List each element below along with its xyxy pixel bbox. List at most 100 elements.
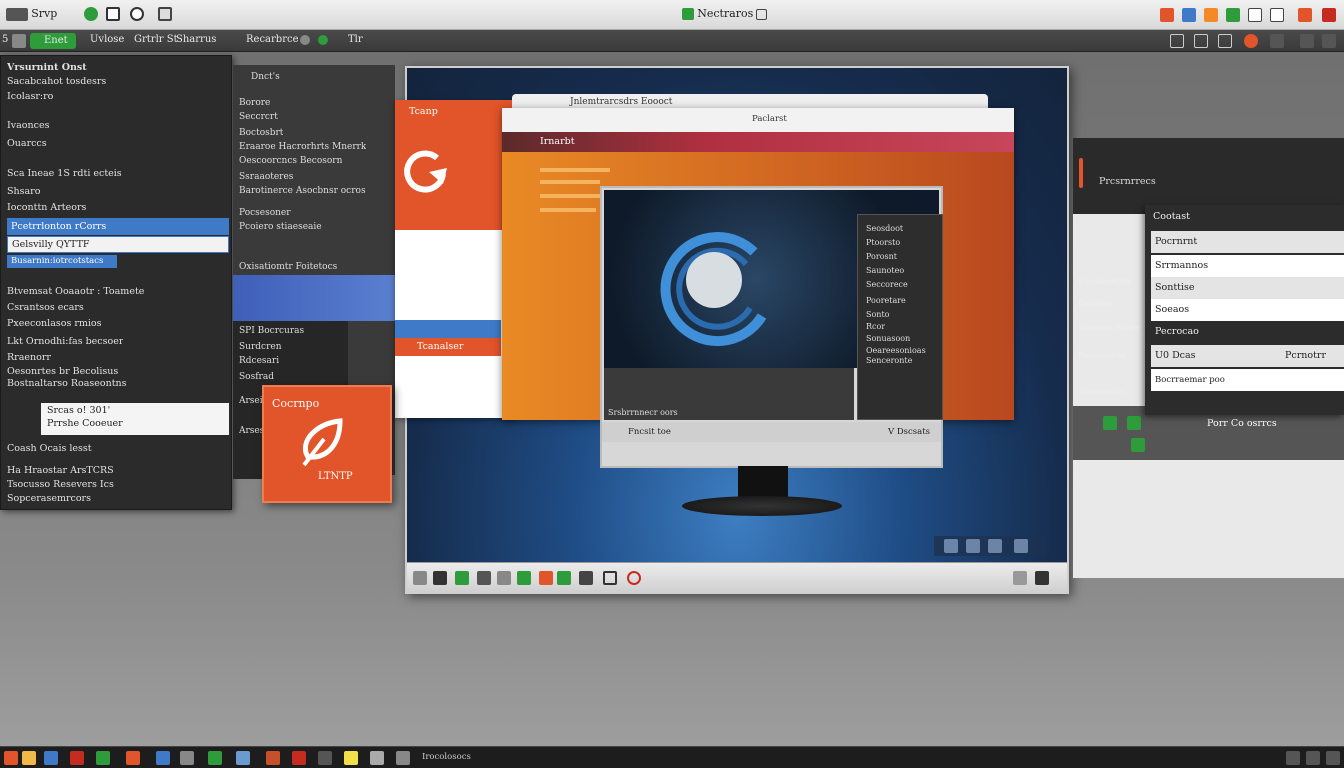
toolbar-item-3[interactable]: Uvlose — [90, 34, 124, 45]
toolbar-grid-icon[interactable] — [1194, 34, 1208, 48]
dialog-row[interactable]: Pecrocao — [1151, 321, 1344, 343]
toolbar-status-icon[interactable] — [318, 35, 328, 45]
sidebar-item[interactable]: Coash Ocais lesst — [7, 441, 92, 456]
sidebar-item[interactable]: Shsaro — [7, 184, 40, 199]
toolbar-user-icon[interactable] — [1244, 34, 1258, 48]
tray-app-icon[interactable] — [1204, 8, 1218, 22]
dock-files-icon[interactable] — [413, 571, 427, 585]
sidebar-item[interactable]: Btvemsat Ooaaotr : Toamete — [7, 284, 144, 299]
toolbar-more-icon[interactable] — [1322, 34, 1336, 48]
taskbar-tray-icon[interactable] — [1286, 751, 1300, 765]
taskbar-pdf-icon[interactable] — [70, 751, 84, 765]
toolbar-pin-icon[interactable] — [1300, 34, 1314, 48]
toolbar-page-icon[interactable] — [12, 34, 26, 48]
monitor-footer-left[interactable]: Fncsit toe — [628, 427, 671, 437]
list-item[interactable]: Ssraaoteres — [239, 171, 293, 184]
taskbar-notes-icon[interactable] — [156, 751, 170, 765]
sidebar-item[interactable]: Ha Hraostar ArsTCRS — [7, 463, 114, 478]
toolbar-item-4[interactable]: Grtrlr St — [134, 34, 178, 45]
browser-url[interactable]: Paclarst — [752, 114, 787, 124]
taskbar-word-icon[interactable] — [44, 751, 58, 765]
taskbar-sheet-icon[interactable] — [96, 751, 110, 765]
list-item[interactable]: Sosfrad — [239, 371, 274, 384]
list-item[interactable]: Barotinerce Asocbnsr ocros — [239, 185, 366, 198]
tray-blue-icon[interactable] — [1182, 8, 1196, 22]
toolbar-dot-icon[interactable] — [300, 35, 310, 45]
list-item[interactable]: Eraaroe Hacrorhrts Mnerrk — [239, 141, 366, 154]
sidebar-item-selected[interactable]: Pcetrrlonton rCorrs — [7, 218, 229, 235]
taskbar-calc-icon[interactable] — [180, 751, 194, 765]
menu-item[interactable]: Rcor — [866, 321, 885, 333]
right-toolbar-icon[interactable] — [1103, 416, 1117, 430]
list-item[interactable]: Boctosbrt — [239, 127, 283, 140]
sidebar-item[interactable]: Icolasr:ro — [7, 89, 53, 104]
sidebar-item[interactable]: Rraenorr — [7, 350, 51, 365]
taskbar-grid-icon[interactable] — [318, 751, 332, 765]
toolbar-green-button[interactable]: Enet — [30, 33, 76, 49]
settings-icon[interactable] — [756, 8, 768, 20]
dock-settings-icon[interactable] — [497, 571, 511, 585]
taskbar-window-icon[interactable] — [396, 751, 410, 765]
orange-app-row-selected[interactable]: Tcanalser — [395, 338, 501, 356]
list-item[interactable]: Surdcren — [239, 341, 282, 354]
taskbar-folder-icon[interactable] — [22, 751, 36, 765]
menu-item[interactable]: Sonuasoon — [866, 333, 910, 345]
list-item[interactable]: Pcoiero stiaeseaie — [239, 221, 322, 234]
taskbar-media-icon[interactable] — [266, 751, 280, 765]
taskbar-start-icon[interactable] — [4, 751, 18, 765]
dialog-row[interactable]: Srrmannos — [1151, 255, 1344, 277]
toolbar-list-icon[interactable] — [1218, 34, 1232, 48]
menu-item[interactable]: Seosdoot — [866, 223, 903, 235]
menu-item[interactable]: Pooretare — [866, 295, 906, 307]
menu-item[interactable]: Ptoorsto — [866, 237, 900, 249]
tray-orange-icon[interactable] — [1160, 8, 1174, 22]
tray-alert-icon[interactable] — [1298, 8, 1312, 22]
dialog-row[interactable]: Bocrraemar poo — [1151, 369, 1344, 391]
dock-monitor-icon[interactable] — [477, 571, 491, 585]
sidebar-item[interactable]: Sacabcahot tosdesrs — [7, 74, 106, 89]
list-item[interactable]: Oescoorcncs Becosorn — [239, 155, 342, 168]
tray-icon[interactable] — [988, 539, 1002, 553]
sidebar-sub-selected[interactable]: Busarnin:iotrcotstacs — [7, 255, 117, 268]
app-menu-button[interactable]: Srvp — [6, 7, 57, 21]
dock-tray-icon[interactable] — [1035, 571, 1049, 585]
taskbar-note-icon[interactable] — [344, 751, 358, 765]
globe-icon[interactable] — [130, 7, 144, 21]
taskbar-draw-icon[interactable] — [208, 751, 222, 765]
list-item[interactable]: Rdcesari — [239, 355, 279, 368]
list-item[interactable]: Oxisatiomtr Foitetocs — [239, 261, 337, 274]
sidebar-item[interactable]: Sca Ineae 1S rdti ecteis — [7, 166, 122, 181]
close-icon[interactable] — [1322, 8, 1336, 22]
menu-item[interactable]: Senceronte — [866, 355, 912, 367]
toolbar-item-1[interactable]: 5 — [2, 34, 8, 45]
list-item[interactable]: Pocsesoner — [239, 207, 291, 220]
tray-grid-icon[interactable] — [1248, 8, 1262, 22]
dock-app-icon[interactable] — [579, 571, 593, 585]
sidebar-rename-field[interactable]: Gelsvilly QYTTF — [7, 236, 229, 253]
tray-icon[interactable] — [1014, 539, 1028, 553]
sidebar-item[interactable]: Ouarccs — [7, 136, 47, 151]
dialog-row[interactable]: Pocrnrnt — [1151, 231, 1344, 253]
sidebar-item[interactable]: Bostnaltarso Roaseontns — [7, 376, 127, 391]
sidebar-card[interactable]: Srcas o! 301' Prrshe Cooeuer — [41, 403, 229, 435]
sidebar-item[interactable]: Tsocusso Resevers Ics — [7, 477, 114, 492]
toolbar-tools-icon[interactable] — [1270, 34, 1284, 48]
sidebar-item[interactable]: Ioconttn Arteors — [7, 200, 86, 215]
taskbar-image-icon[interactable] — [236, 751, 250, 765]
doc-icon[interactable] — [106, 7, 120, 21]
dock-terminal-icon[interactable] — [433, 571, 447, 585]
list-item[interactable]: SPI Bocrcuras — [239, 325, 304, 338]
tray-window-icon[interactable] — [1270, 8, 1284, 22]
list-item[interactable]: Seccrcrt — [239, 111, 278, 124]
window-icon[interactable] — [158, 7, 172, 21]
sidebar-item[interactable]: Ivaonces — [7, 118, 49, 133]
sidebar-item[interactable]: Sopcerasemrcors — [7, 491, 91, 506]
sidebar-item[interactable]: Csrantsos ecars — [7, 300, 84, 315]
toolbar-item-7[interactable]: Tlr — [348, 34, 363, 45]
tray-green-icon[interactable] — [1226, 8, 1240, 22]
dialog-row[interactable]: Sonttise — [1151, 277, 1344, 299]
dock-slides-icon[interactable] — [539, 571, 553, 585]
sidebar-item[interactable]: Lkt Ornodhi:fas becsoer — [7, 334, 123, 349]
right-upload-icon[interactable] — [1131, 438, 1145, 452]
taskbar-browser-icon[interactable] — [292, 751, 306, 765]
